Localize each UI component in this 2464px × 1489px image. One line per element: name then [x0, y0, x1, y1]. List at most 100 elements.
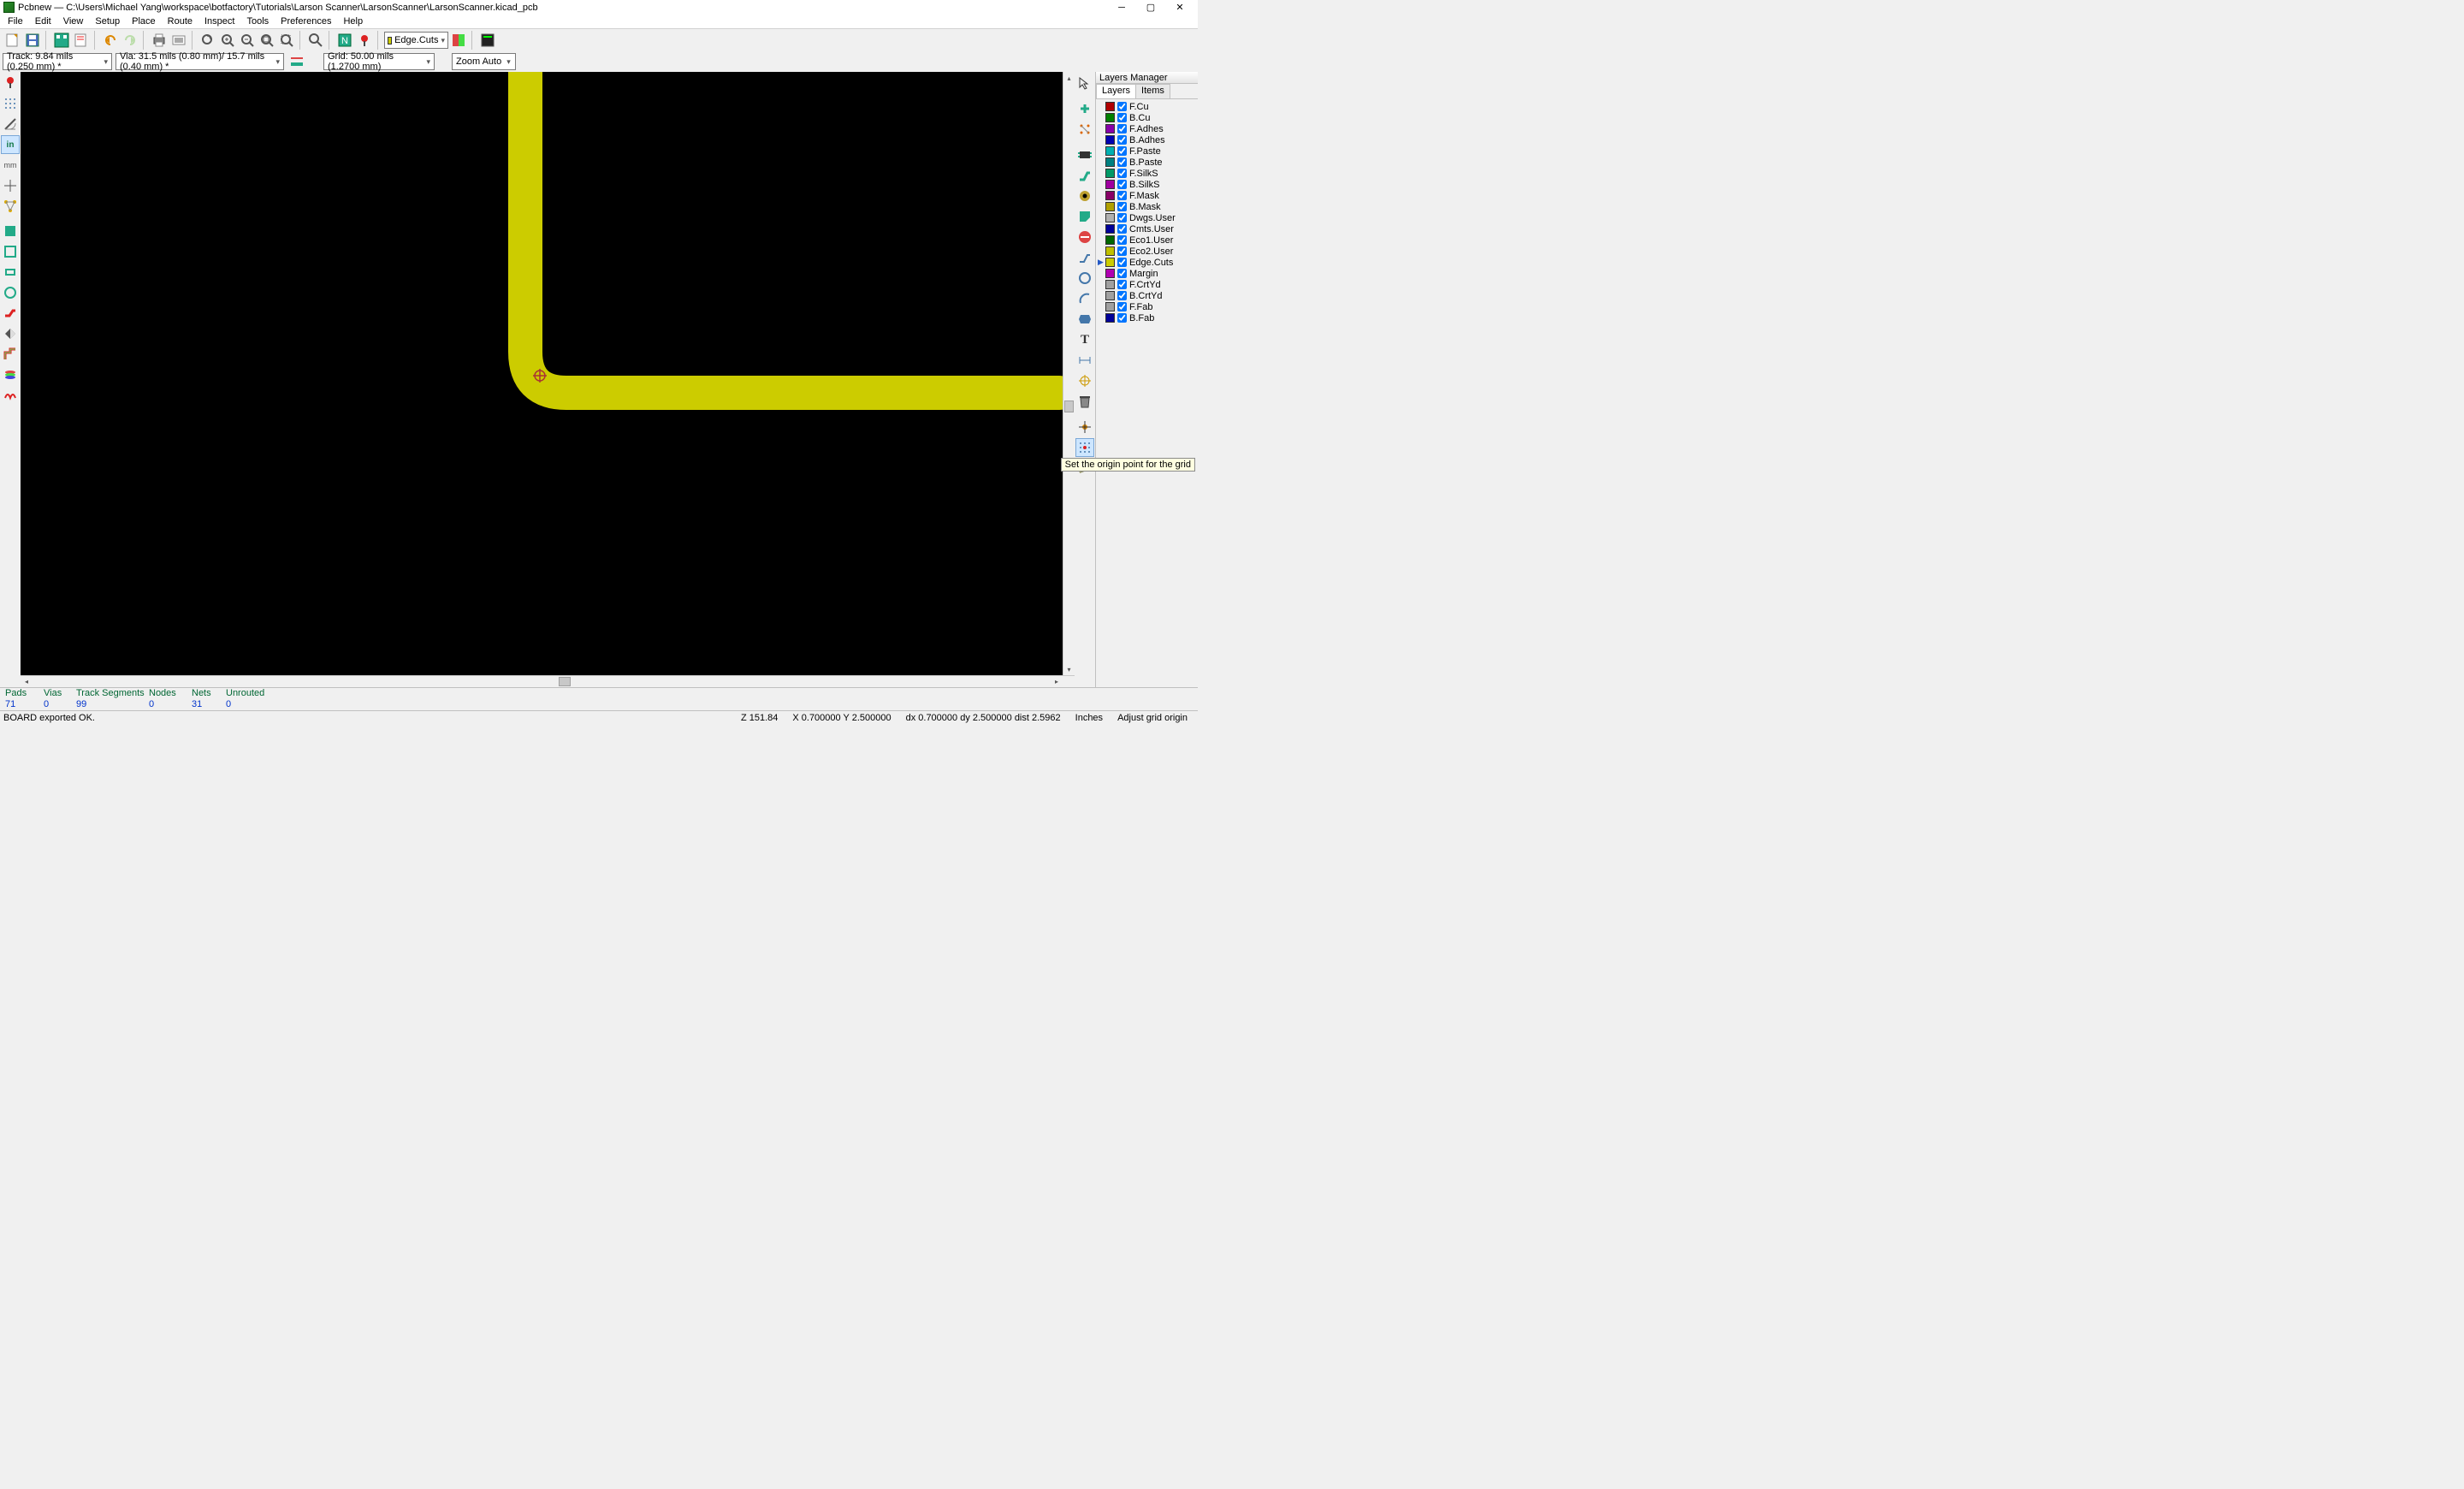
pad-outline-icon[interactable] — [1, 263, 20, 282]
add-target-icon[interactable] — [1075, 371, 1094, 390]
board-setup-icon[interactable] — [52, 31, 71, 50]
layer-color-swatch[interactable] — [1105, 157, 1115, 167]
layer-color-swatch[interactable] — [1105, 235, 1115, 245]
layer-visible-checkbox[interactable] — [1117, 235, 1127, 245]
units-inches-icon[interactable]: in — [1, 135, 20, 154]
grid-origin-icon[interactable] — [1075, 438, 1094, 457]
scroll-right-icon[interactable]: ▸ — [1051, 676, 1063, 687]
layer-visible-checkbox[interactable] — [1117, 180, 1127, 189]
add-via-icon[interactable] — [1075, 187, 1094, 205]
layer-select[interactable]: Edge.Cuts ▾ — [384, 32, 448, 49]
scripting-icon[interactable] — [478, 31, 497, 50]
show-zone-outlines-icon[interactable] — [1, 242, 20, 261]
add-keepout-icon[interactable] — [1075, 228, 1094, 246]
layer-color-swatch[interactable] — [1105, 191, 1115, 200]
layer-color-swatch[interactable] — [1105, 102, 1115, 111]
new-board-icon[interactable] — [3, 31, 22, 50]
cursor-shape-icon[interactable] — [1, 176, 20, 195]
layer-row[interactable]: Margin — [1096, 268, 1198, 279]
auto-track-width-icon[interactable] — [287, 52, 306, 71]
drc-icon[interactable] — [355, 31, 374, 50]
scroll-down-icon[interactable]: ▾ — [1063, 663, 1075, 675]
delete-icon[interactable] — [1075, 392, 1094, 411]
layer-row[interactable]: F.Fab — [1096, 301, 1198, 312]
layers-manager-icon[interactable] — [1, 365, 20, 384]
minimize-button[interactable]: ─ — [1107, 0, 1136, 15]
pcb-canvas[interactable] — [21, 72, 1063, 675]
via-outline-icon[interactable] — [1, 283, 20, 302]
layer-color-swatch[interactable] — [1105, 113, 1115, 122]
layer-row[interactable]: F.Mask — [1096, 190, 1198, 201]
layer-visible-checkbox[interactable] — [1117, 191, 1127, 200]
layer-row[interactable]: B.Cu — [1096, 112, 1198, 123]
zoom-select[interactable]: Zoom Auto▾ — [452, 53, 516, 70]
load-netlist-icon[interactable]: N — [335, 31, 354, 50]
layer-color-swatch[interactable] — [1105, 280, 1115, 289]
add-line-icon[interactable] — [1075, 248, 1094, 267]
zoom-redraw-icon[interactable] — [198, 31, 217, 50]
layer-color-swatch[interactable] — [1105, 313, 1115, 323]
highlight-net-icon[interactable] — [1075, 99, 1094, 118]
layer-visible-checkbox[interactable] — [1117, 224, 1127, 234]
via-size-select[interactable]: Via: 31.5 mils (0.80 mm)/ 15.7 mils (0.4… — [116, 53, 284, 70]
polar-coords-icon[interactable] — [1, 115, 20, 133]
layer-color-swatch[interactable] — [1105, 258, 1115, 267]
add-text-icon[interactable]: T — [1075, 330, 1094, 349]
zoom-out-icon[interactable] — [238, 31, 257, 50]
zoom-in-icon[interactable] — [218, 31, 237, 50]
grid-visible-icon[interactable] — [1, 94, 20, 113]
drc-off-icon[interactable] — [1, 74, 20, 92]
show-filled-zones-icon[interactable] — [1, 222, 20, 240]
add-dimension-icon[interactable] — [1075, 351, 1094, 370]
menu-edit[interactable]: Edit — [29, 15, 57, 27]
track-width-select[interactable]: Track: 9.84 mils (0.250 mm) *▾ — [3, 53, 112, 70]
layer-row[interactable]: F.Cu — [1096, 101, 1198, 112]
layer-color-swatch[interactable] — [1105, 180, 1115, 189]
layer-row[interactable]: ▶Edge.Cuts — [1096, 257, 1198, 268]
layer-row[interactable]: B.SilkS — [1096, 179, 1198, 190]
grid-select[interactable]: Grid: 50.00 mils (1.2700 mm)▾ — [323, 53, 435, 70]
tab-items[interactable]: Items — [1135, 84, 1170, 98]
route-track-icon[interactable] — [1075, 166, 1094, 185]
find-icon[interactable] — [306, 31, 325, 50]
layer-visible-checkbox[interactable] — [1117, 157, 1127, 167]
layer-visible-checkbox[interactable] — [1117, 124, 1127, 133]
menu-preferences[interactable]: Preferences — [275, 15, 337, 27]
layer-color-swatch[interactable] — [1105, 124, 1115, 133]
add-polygon-icon[interactable] — [1075, 310, 1094, 329]
add-arc-icon[interactable] — [1075, 289, 1094, 308]
menu-file[interactable]: File — [2, 15, 29, 27]
close-button[interactable]: ✕ — [1165, 0, 1194, 15]
page-settings-icon[interactable] — [72, 31, 91, 50]
track-outline-icon[interactable] — [1, 304, 20, 323]
layer-color-swatch[interactable] — [1105, 146, 1115, 156]
zoom-fit-icon[interactable] — [258, 31, 276, 50]
layer-color-swatch[interactable] — [1105, 135, 1115, 145]
layer-row[interactable]: F.Adhes — [1096, 123, 1198, 134]
local-ratsnest-icon[interactable] — [1075, 120, 1094, 139]
layer-color-swatch[interactable] — [1105, 302, 1115, 311]
menu-tools[interactable]: Tools — [240, 15, 275, 27]
layer-row[interactable]: Cmts.User — [1096, 223, 1198, 234]
add-footprint-icon[interactable] — [1075, 145, 1094, 164]
microwave-toolbar-icon[interactable] — [1, 386, 20, 405]
scroll-up-icon[interactable]: ▴ — [1063, 72, 1075, 84]
layer-row[interactable]: Dwgs.User — [1096, 212, 1198, 223]
units-mm-icon[interactable]: mm — [1, 156, 20, 175]
horizontal-scrollbar[interactable] — [33, 676, 1051, 687]
track-display-mode-icon[interactable] — [1, 345, 20, 364]
layer-color-swatch[interactable] — [1105, 202, 1115, 211]
layer-pair-icon[interactable] — [449, 31, 468, 50]
layer-visible-checkbox[interactable] — [1117, 313, 1127, 323]
layer-color-swatch[interactable] — [1105, 169, 1115, 178]
ratsnest-icon[interactable] — [1, 197, 20, 216]
layer-row[interactable]: F.SilkS — [1096, 168, 1198, 179]
layer-row[interactable]: B.Adhes — [1096, 134, 1198, 145]
scroll-left-icon[interactable]: ◂ — [21, 676, 33, 687]
plot-icon[interactable] — [169, 31, 188, 50]
layer-visible-checkbox[interactable] — [1117, 280, 1127, 289]
tab-layers[interactable]: Layers — [1096, 84, 1136, 98]
layer-color-swatch[interactable] — [1105, 269, 1115, 278]
layer-visible-checkbox[interactable] — [1117, 102, 1127, 111]
layer-color-swatch[interactable] — [1105, 213, 1115, 222]
